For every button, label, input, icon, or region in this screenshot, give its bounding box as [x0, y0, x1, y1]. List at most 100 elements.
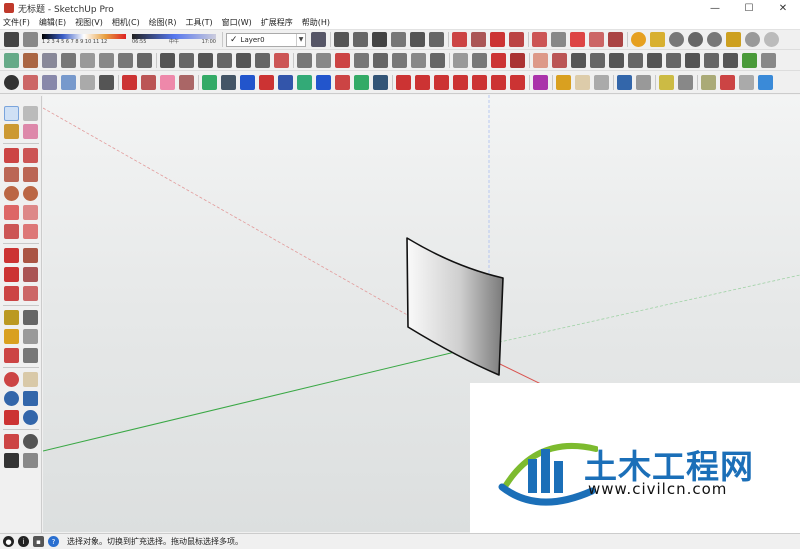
menu-help[interactable]: 帮助(H) [302, 17, 330, 28]
gold-cube-icon[interactable] [556, 75, 571, 90]
shield-icon[interactable] [701, 75, 716, 90]
smoove-icon[interactable] [23, 53, 38, 68]
plugin-label-icon[interactable] [726, 32, 741, 47]
credits-icon[interactable]: i [18, 536, 29, 547]
offset-icon[interactable] [23, 286, 38, 301]
axis-5-icon[interactable] [472, 75, 487, 90]
y-icon[interactable] [99, 75, 114, 90]
menu-draw[interactable]: 绘图(R) [149, 17, 177, 28]
mirror-icon[interactable] [354, 75, 369, 90]
stamp-icon[interactable] [42, 53, 57, 68]
plugin-r-icon[interactable] [669, 32, 684, 47]
shape-1-icon[interactable] [571, 53, 586, 68]
extrude-icon[interactable] [411, 53, 426, 68]
orbit-icon[interactable] [4, 372, 19, 387]
eraser-icon[interactable] [4, 32, 19, 47]
top-view-icon[interactable] [353, 32, 368, 47]
fence-icon[interactable] [118, 53, 133, 68]
curve-tool-3-icon[interactable] [198, 53, 213, 68]
snowflake-icon[interactable] [61, 75, 76, 90]
color-cube-icon[interactable] [202, 75, 217, 90]
maximize-button[interactable]: ☐ [732, 0, 766, 16]
xray-icon[interactable] [452, 32, 467, 47]
curve-tool-7-icon[interactable] [274, 53, 289, 68]
tower-icon[interactable] [221, 75, 236, 90]
pencil-icon[interactable] [552, 53, 567, 68]
zoom-window-icon[interactable] [23, 391, 38, 406]
sandbox-icon[interactable] [4, 53, 19, 68]
box-icon[interactable] [42, 75, 57, 90]
tape-measure-icon[interactable] [4, 310, 19, 325]
fillet-icon[interactable] [297, 53, 312, 68]
paint-icon[interactable] [23, 75, 38, 90]
material-icon[interactable] [551, 32, 566, 47]
curve-tool-1-icon[interactable] [160, 53, 175, 68]
layer-manager-icon[interactable] [311, 32, 326, 47]
paint-bucket-icon[interactable] [4, 124, 19, 139]
help-icon[interactable]: ? [48, 536, 59, 547]
circle-icon[interactable] [4, 186, 19, 201]
freehand-icon[interactable] [23, 148, 38, 163]
diagonal-icon[interactable] [278, 75, 293, 90]
weld-icon[interactable] [373, 53, 388, 68]
style-icon[interactable] [570, 32, 585, 47]
shape-4-icon[interactable] [628, 53, 643, 68]
front-view-icon[interactable] [372, 32, 387, 47]
move-icon[interactable] [4, 248, 19, 263]
shape-6-icon[interactable] [666, 53, 681, 68]
section-icon[interactable] [608, 32, 623, 47]
round-corner-icon[interactable] [335, 53, 350, 68]
menu-tools[interactable]: 工具(T) [186, 17, 213, 28]
axis-4-icon[interactable] [453, 75, 468, 90]
pan-icon[interactable] [23, 372, 38, 387]
wireframe-icon[interactable] [471, 32, 486, 47]
pie-icon[interactable] [23, 224, 38, 239]
menu-camera[interactable]: 相机(C) [112, 17, 140, 28]
shell-icon[interactable] [472, 53, 487, 68]
section-plane-icon[interactable] [23, 453, 38, 468]
joint-icon[interactable] [392, 53, 407, 68]
stairs-icon[interactable] [137, 53, 152, 68]
shadow-time-slider[interactable]: 06:55 中午 17:00 [132, 34, 216, 45]
gz-icon[interactable] [533, 75, 548, 90]
walk-icon[interactable] [4, 453, 19, 468]
plugin-br-icon[interactable] [707, 32, 722, 47]
minimize-button[interactable]: — [698, 0, 732, 16]
back-view-icon[interactable] [410, 32, 425, 47]
triangle-icon[interactable] [297, 75, 312, 90]
curve-tool-4-icon[interactable] [217, 53, 232, 68]
arrows-icon[interactable] [240, 75, 255, 90]
position-camera-icon[interactable] [4, 434, 19, 449]
look-around-icon[interactable] [23, 434, 38, 449]
text-icon[interactable] [23, 329, 38, 344]
shape-2-icon[interactable] [590, 53, 605, 68]
plugin-m-icon[interactable] [631, 32, 646, 47]
plugin-dot-icon[interactable] [764, 32, 779, 47]
previous-view-icon[interactable] [23, 410, 38, 425]
dots-icon[interactable] [636, 75, 651, 90]
protractor-icon[interactable] [4, 329, 19, 344]
left-view-icon[interactable] [429, 32, 444, 47]
shadow-toggle-icon[interactable] [23, 32, 38, 47]
axis-3-icon[interactable] [434, 75, 449, 90]
skin-icon[interactable] [758, 75, 773, 90]
green-box-icon[interactable] [742, 53, 757, 68]
user-icon[interactable]: ▪ [33, 536, 44, 547]
curve-arrow-icon[interactable] [335, 75, 350, 90]
line-icon[interactable] [4, 148, 19, 163]
iso-view-icon[interactable] [334, 32, 349, 47]
close-button[interactable]: ✕ [766, 0, 800, 16]
component-icon[interactable] [532, 32, 547, 47]
shape-5-icon[interactable] [647, 53, 662, 68]
add-detail-icon[interactable] [80, 53, 95, 68]
plugin-tag-icon[interactable] [650, 32, 665, 47]
zoom-extents-icon[interactable] [4, 410, 19, 425]
follow-me-icon[interactable] [23, 267, 38, 282]
offset-icon[interactable] [354, 53, 369, 68]
hex-icon[interactable] [678, 75, 693, 90]
axis-6-icon[interactable] [491, 75, 506, 90]
rotate-icon[interactable] [4, 267, 19, 282]
brush-icon[interactable] [141, 75, 156, 90]
loft-icon[interactable] [430, 53, 445, 68]
curve-tool-5-icon[interactable] [236, 53, 251, 68]
